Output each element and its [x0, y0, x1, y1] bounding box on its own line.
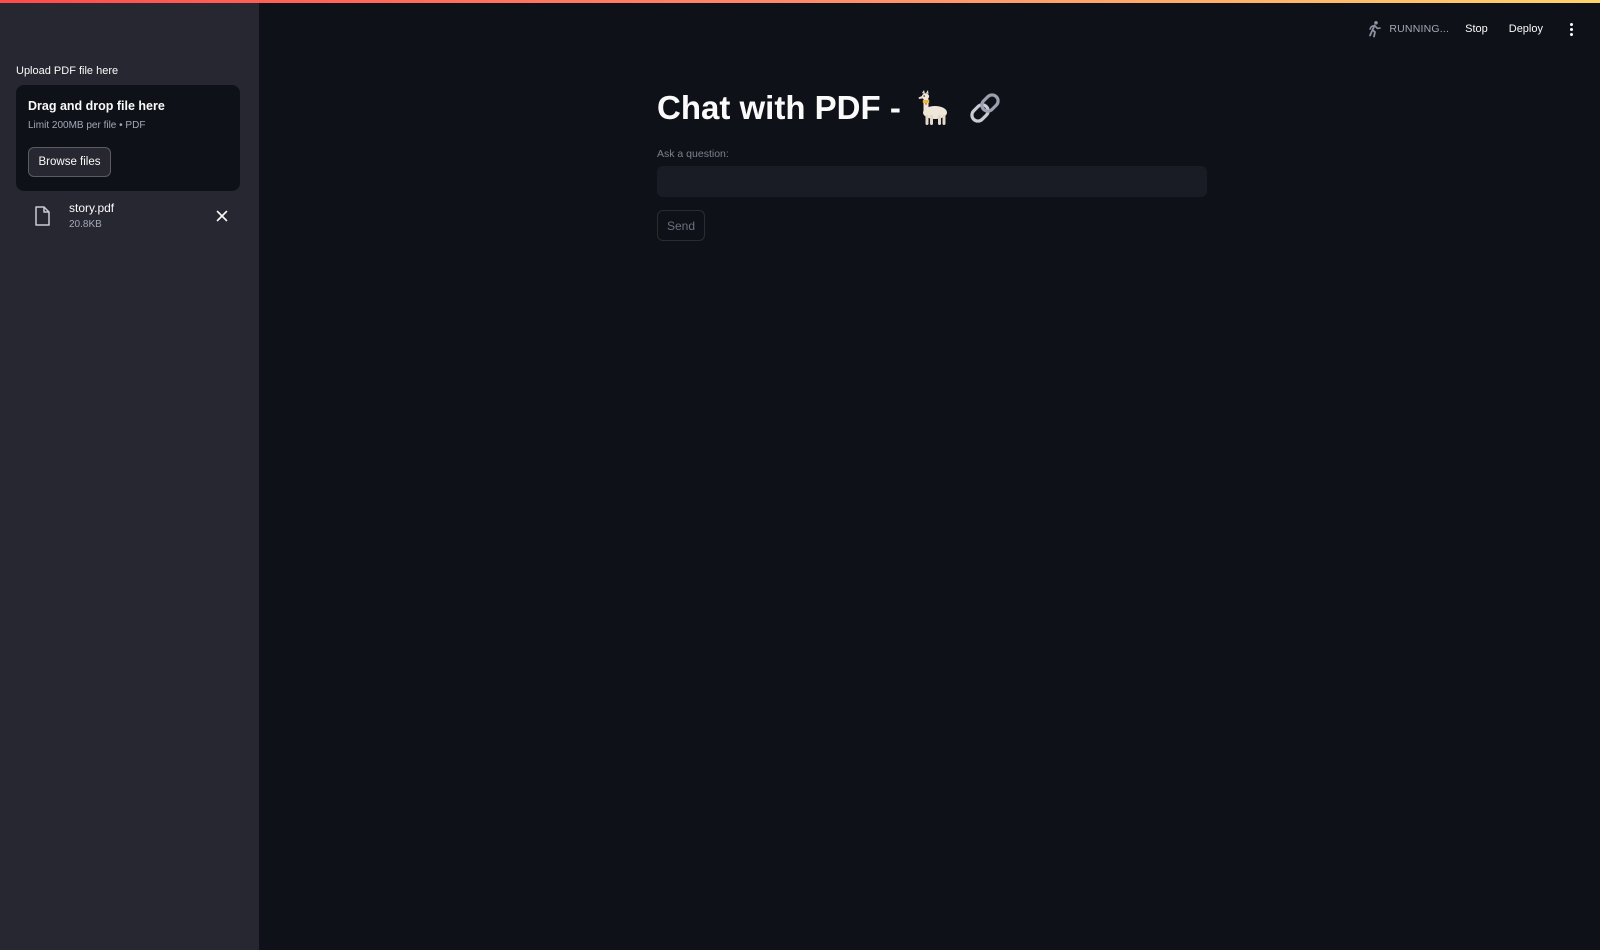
file-dropzone[interactable]: Drag and drop file here Limit 200MB per …: [16, 85, 240, 191]
dropzone-limit: Limit 200MB per file • PDF: [28, 120, 146, 131]
deploy-button[interactable]: Deploy: [1509, 23, 1543, 35]
running-status-text: RUNNING...: [1389, 23, 1450, 35]
question-label: Ask a question:: [657, 148, 729, 160]
dropzone-title: Drag and drop file here: [28, 99, 165, 113]
top-toolbar: RUNNING... Stop Deploy: [1365, 14, 1600, 44]
main-menu-kebab-icon[interactable]: [1564, 20, 1578, 38]
page-title: Chat with PDF -: [657, 88, 1017, 128]
stop-button[interactable]: Stop: [1465, 23, 1488, 35]
file-size: 20.8KB: [69, 219, 102, 230]
upload-label: Upload PDF file here: [16, 65, 119, 77]
llama-icon: [913, 88, 953, 128]
uploaded-file-item: story.pdf 20.8KB: [16, 196, 240, 236]
top-decoration-stripe: [0, 0, 1600, 3]
send-button[interactable]: Send: [657, 210, 705, 241]
file-name: story.pdf: [69, 201, 115, 215]
running-man-icon: [1365, 20, 1383, 38]
sidebar: Upload PDF file here Drag and drop file …: [0, 0, 259, 950]
link-icon: [965, 88, 1005, 128]
remove-file-close-icon[interactable]: [212, 206, 232, 226]
browse-files-button[interactable]: Browse files: [28, 147, 111, 177]
question-input[interactable]: [657, 166, 1207, 197]
running-status: RUNNING...: [1365, 20, 1449, 38]
page-title-text: Chat with PDF -: [657, 89, 901, 126]
file-icon: [34, 206, 50, 226]
